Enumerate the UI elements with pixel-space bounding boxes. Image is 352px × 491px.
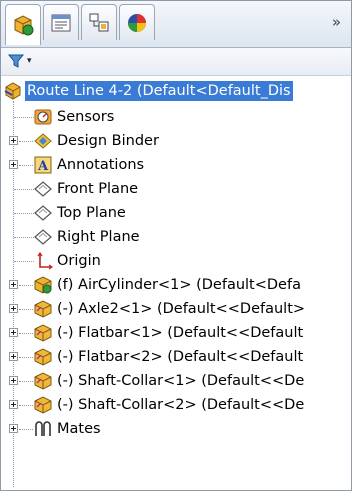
part-component-icon bbox=[33, 395, 53, 415]
origin-icon bbox=[33, 251, 54, 271]
expand-toggle[interactable] bbox=[9, 376, 18, 385]
mates-icon bbox=[33, 419, 53, 439]
tab-overflow-button[interactable]: » bbox=[332, 13, 341, 31]
panel-tab-bar: » bbox=[1, 1, 351, 48]
assembly-component-icon bbox=[33, 275, 53, 295]
tree-connector bbox=[19, 381, 33, 382]
plane-icon bbox=[33, 227, 53, 247]
filter-button[interactable]: ▾ bbox=[7, 52, 41, 70]
tree-connector bbox=[19, 333, 33, 334]
tree-item-label: Sensors bbox=[57, 109, 115, 125]
tree-item-flatbar-1[interactable]: (-) Flatbar<1> (Default<<Default bbox=[1, 321, 351, 345]
tree-item-label: Top Plane bbox=[57, 205, 126, 221]
tree-connector bbox=[14, 261, 34, 262]
tab-display-manager[interactable] bbox=[119, 4, 155, 40]
annotations-icon: A bbox=[33, 155, 53, 175]
tree-item-label: (-) Flatbar<1> (Default<<Default bbox=[57, 325, 304, 341]
expand-toggle[interactable] bbox=[9, 160, 18, 169]
part-component-icon bbox=[33, 347, 53, 367]
expand-toggle[interactable] bbox=[9, 136, 18, 145]
route-assembly-icon bbox=[3, 81, 23, 101]
tree-connector bbox=[19, 405, 33, 406]
tree-item-front-plane[interactable]: Front Plane bbox=[1, 177, 351, 201]
tree-item-mates[interactable]: Mates bbox=[1, 417, 351, 441]
tree-item-axle2[interactable]: (-) Axle2<1> (Default<<Default> bbox=[1, 297, 351, 321]
property-manager-icon bbox=[51, 14, 71, 31]
part-component-icon bbox=[33, 371, 53, 391]
tree-item-right-plane[interactable]: Right Plane bbox=[1, 225, 351, 249]
expand-toggle[interactable] bbox=[9, 424, 18, 433]
tree-connector bbox=[14, 117, 34, 118]
tree-connector bbox=[14, 213, 34, 214]
expand-toggle[interactable] bbox=[9, 328, 18, 337]
tree-connector bbox=[14, 189, 34, 190]
tree-item-label: Design Binder bbox=[57, 133, 159, 149]
tree-item-design-binder[interactable]: Design Binder bbox=[1, 129, 351, 153]
tree-connector bbox=[19, 165, 33, 166]
configuration-manager-icon bbox=[89, 13, 109, 31]
tree-item-aircylinder[interactable]: (f) AirCylinder<1> (Default<Defa bbox=[1, 273, 351, 297]
tree-item-label: Origin bbox=[57, 253, 101, 269]
filter-bar: ▾ bbox=[1, 48, 351, 76]
part-component-icon bbox=[33, 323, 53, 343]
tree-item-label: Front Plane bbox=[57, 181, 139, 197]
tree-connector bbox=[19, 357, 33, 358]
tree-item-sensors[interactable]: Sensors bbox=[1, 105, 351, 129]
svg-text:A: A bbox=[37, 159, 49, 174]
tree-root-label: Route Line 4-2 (Default<Default_Dis bbox=[25, 81, 293, 101]
tree-item-label: (-) Shaft-Collar<2> (Default<<De bbox=[57, 397, 305, 413]
tree-item-shaft-collar-2[interactable]: (-) Shaft-Collar<2> (Default<<De bbox=[1, 393, 351, 417]
sensors-icon bbox=[33, 107, 53, 127]
expand-toggle[interactable] bbox=[9, 352, 18, 361]
tree-item-annotations[interactable]: A Annotations bbox=[1, 153, 351, 177]
chevron-down-icon: ▾ bbox=[27, 56, 32, 66]
design-binder-icon bbox=[33, 131, 53, 151]
expand-toggle[interactable] bbox=[9, 400, 18, 409]
feature-manager-panel: » ▾ Route Line 4-2 (Default<Default_Dis bbox=[0, 0, 352, 491]
tree-connector bbox=[19, 141, 33, 142]
tree-item-shaft-collar-1[interactable]: (-) Shaft-Collar<1> (Default<<De bbox=[1, 369, 351, 393]
tree-connector bbox=[19, 285, 33, 286]
tab-configuration-manager[interactable] bbox=[81, 4, 117, 40]
feature-manager-icon bbox=[14, 15, 34, 36]
expand-toggle[interactable] bbox=[9, 280, 18, 289]
tree-item-origin[interactable]: Origin bbox=[1, 249, 351, 273]
tree-item-flatbar-2[interactable]: (-) Flatbar<2> (Default<<Default bbox=[1, 345, 351, 369]
tree-item-label: (f) AirCylinder<1> (Default<Defa bbox=[57, 277, 301, 293]
tree-item-top-plane[interactable]: Top Plane bbox=[1, 201, 351, 225]
tab-property-manager[interactable] bbox=[43, 4, 79, 40]
tree-connector bbox=[19, 309, 33, 310]
plane-icon bbox=[33, 179, 53, 199]
tree-connector bbox=[19, 429, 33, 430]
display-manager-icon bbox=[128, 13, 146, 32]
tree-item-label: Mates bbox=[57, 421, 101, 437]
part-component-icon bbox=[33, 299, 53, 319]
tab-feature-manager[interactable] bbox=[5, 4, 41, 45]
feature-tree: Route Line 4-2 (Default<Default_Dis Sens… bbox=[1, 79, 351, 490]
tree-item-label: (-) Axle2<1> (Default<<Default> bbox=[57, 301, 306, 317]
tree-item-label: (-) Shaft-Collar<1> (Default<<De bbox=[57, 373, 305, 389]
expand-toggle[interactable] bbox=[9, 304, 18, 313]
tree-root-item[interactable]: Route Line 4-2 (Default<Default_Dis bbox=[1, 79, 351, 103]
tree-item-label: Right Plane bbox=[57, 229, 140, 245]
tree-item-label: Annotations bbox=[57, 157, 145, 173]
tree-connector bbox=[14, 237, 34, 238]
filter-icon bbox=[7, 54, 25, 68]
plane-icon bbox=[33, 203, 53, 223]
tree-item-label: (-) Flatbar<2> (Default<<Default bbox=[57, 349, 304, 365]
